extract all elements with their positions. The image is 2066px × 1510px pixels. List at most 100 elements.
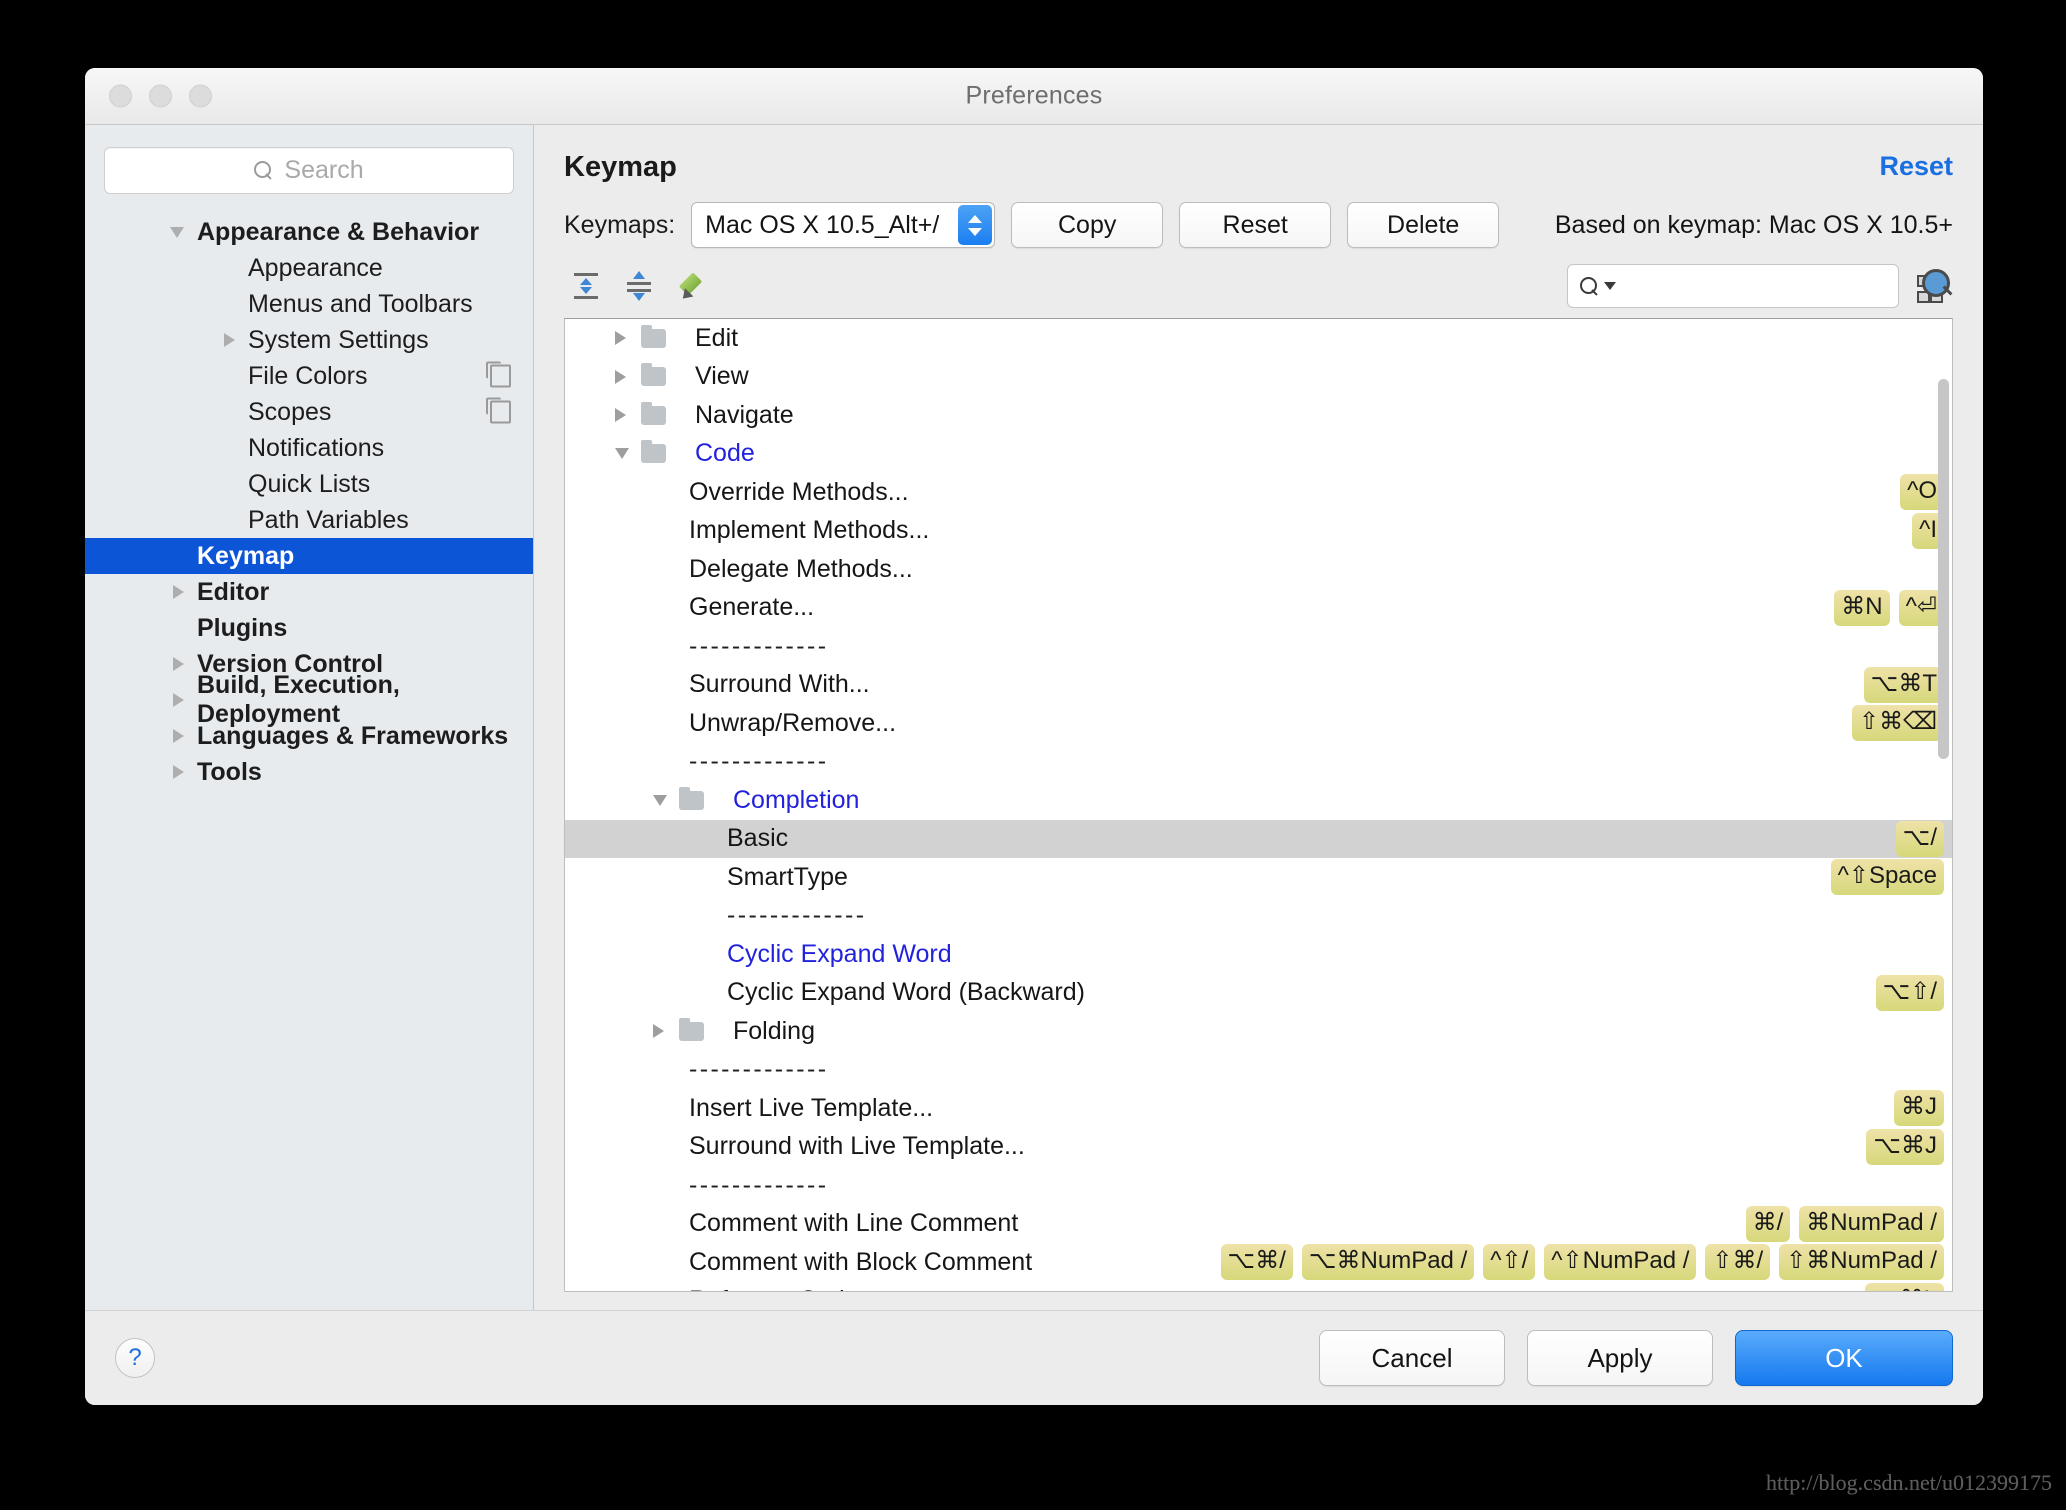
sidebar-item-label: Quick Lists	[248, 469, 371, 498]
sidebar-item-languages-frameworks[interactable]: Languages & Frameworks	[85, 718, 533, 754]
tree-row-label: View	[695, 362, 749, 391]
tree-action-row[interactable]: Insert Live Template... ⌘J	[565, 1089, 1952, 1128]
tree-folder-row[interactable]: Code	[565, 435, 1952, 474]
shortcut-badge: ^⇧NumPad /	[1544, 1244, 1697, 1281]
search-input[interactable]: Search	[104, 147, 514, 194]
search-icon	[1580, 276, 1599, 296]
chevron-right-icon[interactable]	[615, 408, 626, 423]
sidebar-item-appearance[interactable]: Appearance	[85, 250, 533, 286]
sidebar-search-wrap: Search	[85, 125, 533, 208]
tree-row-label: Surround With...	[689, 670, 870, 699]
tree-action-row[interactable]: Override Methods... ^O	[565, 473, 1952, 512]
expand-all-icon[interactable]	[564, 266, 608, 306]
sidebar-item-build-execution-deployment[interactable]: Build, Execution, Deployment	[85, 671, 533, 728]
shortcut-badge: ⌘N	[1834, 589, 1890, 626]
tree-action-row[interactable]: Surround With... ⌥⌘T	[565, 666, 1952, 705]
shortcut-list: ⌘/⌘NumPad /	[1745, 1205, 1944, 1242]
chevron-right-icon[interactable]	[615, 331, 626, 346]
tree-row-label: Folding	[733, 1016, 815, 1045]
preferences-window: Preferences Search Appearance & Behavior…	[85, 68, 1983, 1405]
sidebar-item-keymap[interactable]: Keymap	[85, 538, 533, 574]
chevron-right-icon[interactable]	[173, 657, 184, 671]
sidebar-item-quick-lists[interactable]: Quick Lists	[85, 466, 533, 502]
sidebar-item-file-colors[interactable]: File Colors	[85, 358, 533, 394]
help-button[interactable]: ?	[115, 1338, 155, 1378]
shortcut-list: ⌥⌘T	[1863, 666, 1944, 703]
chevron-right-icon[interactable]	[173, 729, 184, 743]
chevron-right-icon[interactable]	[173, 765, 184, 779]
stepper-icon[interactable]	[958, 205, 993, 245]
ok-button[interactable]: OK	[1735, 1330, 1953, 1386]
tree-row-label: Cyclic Expand Word (Backward)	[727, 978, 1085, 1007]
shortcut-badge: ⌘J	[1894, 1090, 1944, 1127]
chevron-down-icon[interactable]	[653, 794, 667, 806]
watermark: http://blog.csdn.net/u012399175 http://b…	[1766, 1470, 2052, 1496]
tree-folder-row[interactable]: Completion	[565, 781, 1952, 820]
tree-row-label: Delegate Methods...	[689, 554, 913, 583]
tree-row-label: Basic	[727, 824, 789, 853]
sidebar-item-label: Menus and Toolbars	[248, 289, 473, 318]
tree-action-row[interactable]: Reformat Code ⌥⌘L	[565, 1282, 1952, 1291]
chevron-right-icon[interactable]	[224, 333, 235, 347]
collapse-all-icon[interactable]	[617, 266, 661, 306]
chevron-down-icon[interactable]	[615, 448, 629, 460]
tree-folder-row[interactable]: View	[565, 358, 1952, 397]
copy-pages-icon	[486, 361, 511, 388]
chevron-right-icon[interactable]	[653, 1024, 664, 1039]
separator-label: -------------	[689, 747, 829, 776]
keymap-select[interactable]: Mac OS X 10.5_Alt+/	[691, 202, 996, 248]
shortcut-list: ⌥⌘/⌥⌘NumPad / ^⇧/^⇧NumPad / ⇧⌘/⇧⌘NumPad /	[1220, 1244, 1944, 1281]
separator-label: -------------	[689, 1170, 829, 1199]
tree-action-row[interactable]: Surround with Live Template... ⌥⌘J	[565, 1128, 1952, 1167]
sidebar-item-notifications[interactable]: Notifications	[85, 430, 533, 466]
chevron-down-icon[interactable]	[170, 226, 184, 238]
tree-action-row[interactable]: Comment with Line Comment ⌘/⌘NumPad /	[565, 1205, 1952, 1244]
tree-action-row[interactable]: Implement Methods... ^I	[565, 512, 1952, 551]
find-by-shortcut-icon[interactable]	[1917, 269, 1953, 303]
chevron-right-icon[interactable]	[173, 693, 184, 707]
tree-row-label: Insert Live Template...	[689, 1093, 934, 1122]
tree-action-row[interactable]: Delegate Methods...	[565, 550, 1952, 589]
tree-row-label: Surround with Live Template...	[689, 1132, 1025, 1161]
reset-keymap-button[interactable]: Reset	[1179, 202, 1332, 248]
tree-folder-row[interactable]: Folding	[565, 1012, 1952, 1051]
tree-action-row[interactable]: Generate... ⌘N ^⏎	[565, 589, 1952, 628]
sidebar-item-label: Languages & Frameworks	[197, 721, 509, 750]
folder-icon	[679, 786, 704, 810]
chevron-right-icon[interactable]	[173, 585, 184, 599]
folder-icon	[641, 440, 666, 464]
tree-action-row[interactable]: Cyclic Expand Word	[565, 935, 1952, 974]
tree-scrollbar[interactable]	[1938, 379, 1949, 759]
sidebar-item-menus-and-toolbars[interactable]: Menus and Toolbars	[85, 286, 533, 322]
cancel-button[interactable]: Cancel	[1319, 1330, 1505, 1386]
tree-action-row[interactable]: Comment with Block Comment ⌥⌘/⌥⌘NumPad / ^…	[565, 1243, 1952, 1282]
edit-pencil-icon[interactable]	[670, 266, 714, 306]
sidebar-item-editor[interactable]: Editor	[85, 574, 533, 610]
sidebar-item-appearance-behavior[interactable]: Appearance & Behavior	[85, 214, 533, 250]
chevron-right-icon[interactable]	[615, 369, 626, 384]
apply-button[interactable]: Apply	[1527, 1330, 1713, 1386]
sidebar-item-path-variables[interactable]: Path Variables	[85, 502, 533, 538]
sidebar-item-plugins[interactable]: Plugins	[85, 610, 533, 646]
keymaps-label: Keymaps:	[564, 210, 676, 239]
sidebar-item-system-settings[interactable]: System Settings	[85, 322, 533, 358]
tree-search-input[interactable]	[1567, 264, 1899, 308]
copy-button[interactable]: Copy	[1011, 202, 1164, 248]
keymap-tree-container: Edit View Navigate Code Override Methods... ^…	[564, 318, 1953, 1292]
delete-keymap-button[interactable]: Delete	[1347, 202, 1500, 248]
tree-folder-row[interactable]: Edit	[565, 319, 1952, 358]
tree-action-row[interactable]: Basic ⌥/	[565, 819, 1952, 858]
tree-action-row[interactable]: Unwrap/Remove... ⇧⌘⌫	[565, 704, 1952, 743]
reset-link[interactable]: Reset	[1879, 151, 1953, 182]
window-titlebar: Preferences	[85, 68, 1983, 125]
tree-folder-row[interactable]: Navigate	[565, 396, 1952, 435]
sidebar-item-tools[interactable]: Tools	[85, 754, 533, 790]
tree-action-row[interactable]: SmartType ^⇧Space	[565, 858, 1952, 897]
tree-row-label: Override Methods...	[689, 477, 909, 506]
sidebar-item-label: Plugins	[197, 613, 288, 642]
tree-action-row[interactable]: Cyclic Expand Word (Backward) ⌥⇧/	[565, 974, 1952, 1013]
shortcut-list: ⇧⌘⌫	[1851, 705, 1944, 742]
sidebar-item-label: Editor	[197, 577, 270, 606]
sidebar-item-scopes[interactable]: Scopes	[85, 394, 533, 430]
folder-icon	[679, 1017, 704, 1041]
